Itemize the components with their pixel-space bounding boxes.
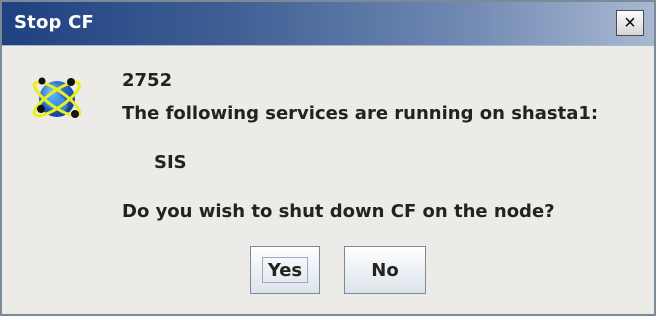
yes-button[interactable]: Yes xyxy=(250,246,320,294)
close-button[interactable]: × xyxy=(616,10,644,36)
stop-cf-dialog: Stop CF × 2752 The following services ar… xyxy=(0,0,656,316)
dialog-title: Stop CF xyxy=(14,12,94,33)
button-row: Yes No xyxy=(2,246,654,298)
no-button[interactable]: No xyxy=(344,246,426,294)
confirmation-question: Do you wish to shut down CF on the node? xyxy=(122,201,555,222)
dialog-content: 2752 The following services are running … xyxy=(2,46,654,314)
running-service: SIS xyxy=(154,152,187,173)
title-bar[interactable]: Stop CF × xyxy=(2,2,654,46)
close-icon: × xyxy=(624,11,636,34)
focus-ring xyxy=(262,257,308,283)
message-line: The following services are running on sh… xyxy=(122,103,599,124)
message-code: 2752 xyxy=(122,70,173,91)
no-label: No xyxy=(371,259,399,281)
globe-atom-icon xyxy=(32,77,82,118)
